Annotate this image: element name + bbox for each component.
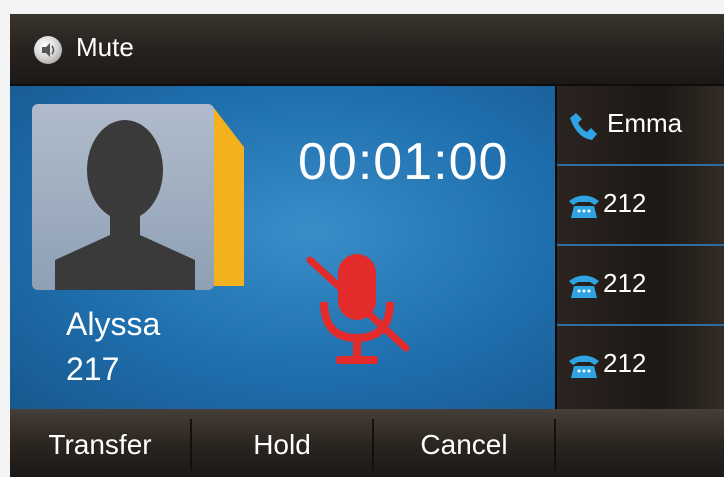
contact-avatar: [32, 104, 214, 290]
screen-title: Mute: [76, 32, 134, 62]
call-timer: 00:01:00: [298, 133, 509, 191]
caller-number: 217: [66, 351, 120, 387]
line-label: 212: [603, 348, 647, 378]
call-panel: Alyssa 217 00:01:00: [10, 86, 555, 409]
line-key-2[interactable]: 212: [557, 166, 724, 246]
line-key-4[interactable]: 212: [557, 326, 724, 404]
person-silhouette-icon: [55, 120, 195, 290]
line-label: 212: [603, 188, 647, 218]
avatar-tab: [214, 108, 244, 286]
desk-phone-icon: [569, 355, 599, 378]
empty-softkey[interactable]: [556, 409, 724, 477]
transfer-button[interactable]: Transfer: [10, 409, 190, 477]
hold-button[interactable]: Hold: [192, 409, 372, 477]
speaker-icon: [34, 36, 62, 64]
line-label: 212: [603, 268, 647, 298]
title-bar: Mute: [10, 14, 724, 86]
desk-phone-icon: [569, 275, 599, 298]
line-keys: Emma 212 212 212: [555, 86, 724, 409]
caller-name: Alyssa: [66, 306, 161, 342]
handset-icon: [570, 113, 597, 140]
cancel-button[interactable]: Cancel: [374, 409, 554, 477]
phone-screen: Mute Alyssa 217 00:01:00 Emma 212 212 21…: [10, 14, 724, 477]
muted-microphone-icon: [306, 254, 410, 364]
desk-phone-icon: [569, 195, 599, 218]
line-label: Emma: [607, 108, 683, 138]
line-key-3[interactable]: 212: [557, 246, 724, 326]
line-key-emma[interactable]: Emma: [557, 86, 724, 166]
softkey-bar: Transfer Hold Cancel: [10, 409, 724, 477]
